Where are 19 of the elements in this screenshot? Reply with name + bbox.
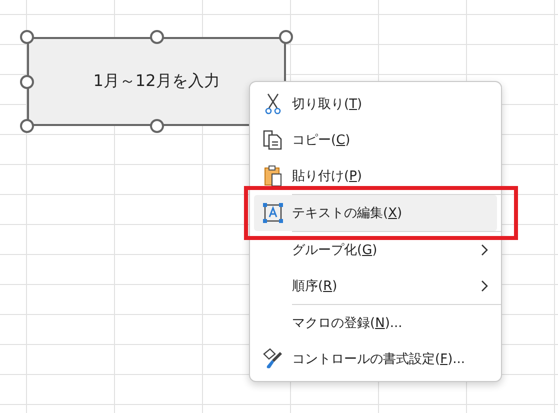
resize-handle[interactable] [150, 119, 164, 133]
resize-handle[interactable] [150, 30, 164, 44]
scissors-icon [265, 93, 281, 115]
menu-item[interactable]: 順序(R) [254, 268, 497, 304]
menu-item[interactable]: マクロの登録(N)... [254, 305, 497, 341]
menu-item[interactable]: テキストの編集(X) [254, 195, 497, 231]
text-box-icon [263, 203, 283, 223]
shape-text: 1月～12月を入力 [93, 71, 220, 92]
menu-item[interactable]: コントロールの書式設定(F)... [254, 341, 497, 377]
resize-handle[interactable] [20, 30, 34, 44]
resize-handle[interactable] [279, 30, 293, 44]
format-brush-icon [262, 348, 284, 370]
menu-item[interactable]: グループ化(G) [254, 232, 497, 268]
copy-icon [263, 130, 283, 150]
resize-handle[interactable] [20, 74, 34, 88]
text-box-shape[interactable]: 1月～12月を入力 [27, 37, 286, 126]
resize-handle[interactable] [20, 119, 34, 133]
clipboard-icon [263, 165, 283, 187]
menu-item[interactable]: 貼り付け(P) [254, 158, 497, 194]
